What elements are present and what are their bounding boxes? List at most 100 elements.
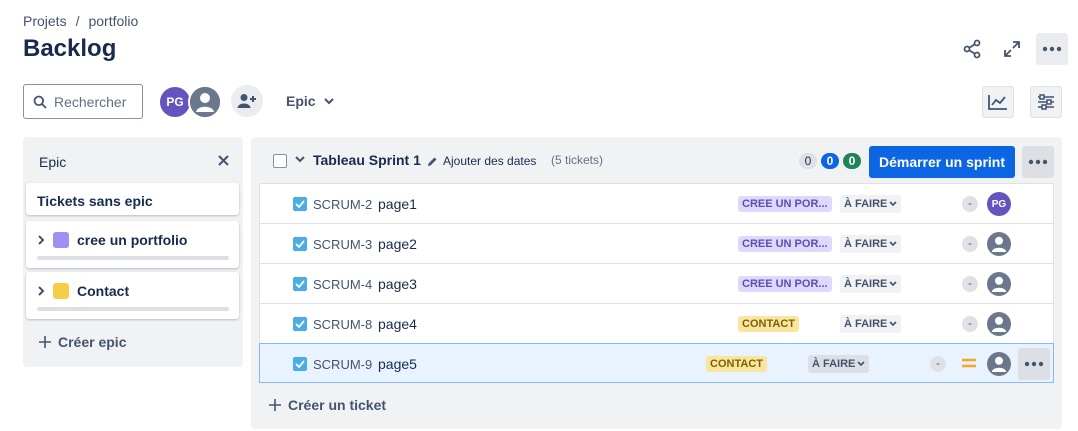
breadcrumb-projects[interactable]: Projets	[23, 13, 67, 29]
unassigned-avatar-icon[interactable]	[987, 352, 1011, 376]
epic-item-no-epic[interactable]: Tickets sans epic	[26, 183, 239, 215]
avatar-pg[interactable]: PG	[158, 85, 192, 119]
task-type-icon	[293, 357, 307, 371]
epic-lozenge[interactable]: CREE UN POR...	[738, 236, 832, 252]
sprint-more-button[interactable]	[1022, 146, 1054, 178]
issue-summary: page4	[378, 316, 417, 332]
page-title: Backlog	[23, 35, 117, 62]
epic-item-contact[interactable]: Contact	[26, 272, 239, 319]
status-label: À FAIRE	[812, 358, 856, 370]
epic-panel-title: Epic	[39, 154, 67, 170]
avatar-group: PG	[158, 85, 222, 119]
todo-count-badge: 0	[799, 153, 817, 169]
epic-lozenge[interactable]: CONTACT	[738, 316, 799, 332]
estimate-badge[interactable]: -	[962, 316, 978, 332]
task-type-icon	[293, 197, 307, 211]
status-label: À FAIRE	[844, 278, 888, 290]
insights-button[interactable]	[982, 86, 1014, 118]
status-label: À FAIRE	[844, 238, 888, 250]
view-settings-button[interactable]	[1030, 86, 1062, 118]
epic-lozenge[interactable]: CREE UN POR...	[738, 196, 832, 212]
chart-icon	[988, 95, 1007, 110]
estimate-badge[interactable]: -	[962, 196, 978, 212]
fullscreen-button[interactable]	[996, 33, 1028, 65]
epic-filter-label: Epic	[286, 93, 316, 109]
start-sprint-button[interactable]: Démarrer un sprint	[869, 146, 1015, 178]
epic-item-cree-un-portfolio[interactable]: cree un portfolio	[26, 221, 239, 268]
avatar-anonymous[interactable]	[188, 85, 222, 119]
chevron-down-icon[interactable]	[295, 153, 305, 165]
issue-row[interactable]: SCRUM-3 page2 CREE UN POR... À FAIRE -	[259, 223, 1054, 263]
chevron-down-icon	[889, 241, 897, 247]
epic-row: Contact	[38, 283, 129, 299]
issue-key[interactable]: SCRUM-3	[313, 237, 372, 252]
status-label: À FAIRE	[844, 198, 888, 210]
assignee-avatar[interactable]: PG	[987, 192, 1011, 216]
epic-filter-dropdown[interactable]: Epic	[276, 85, 344, 117]
issue-row[interactable]: SCRUM-2 page1 CREE UN POR... À FAIRE - P…	[259, 183, 1054, 223]
status-counters: 0 0 0	[799, 153, 861, 169]
create-epic-label: Créer epic	[58, 334, 127, 350]
unassigned-avatar-icon[interactable]	[987, 312, 1011, 336]
search-input[interactable]	[54, 93, 134, 110]
sprint-name[interactable]: Tableau Sprint 1	[313, 152, 421, 168]
issue-row[interactable]: SCRUM-8 page4 CONTACT À FAIRE -	[259, 303, 1054, 343]
more-icon	[1042, 46, 1062, 52]
breadcrumb-portfolio[interactable]: portfolio	[88, 13, 138, 29]
sprint-select-checkbox[interactable]	[273, 154, 287, 168]
add-people-button[interactable]	[231, 85, 263, 117]
unassigned-avatar-icon[interactable]	[987, 232, 1011, 256]
more-icon	[1028, 159, 1048, 165]
chevron-down-icon	[889, 321, 897, 327]
epic-progress-bar	[37, 256, 229, 260]
sprint-panel: Tableau Sprint 1 Ajouter des dates (5 ti…	[251, 137, 1062, 429]
breadcrumb-separator: /	[75, 13, 80, 29]
estimate-badge[interactable]: -	[962, 276, 978, 292]
create-ticket-button[interactable]: Créer un ticket	[269, 397, 386, 413]
estimate-badge[interactable]: -	[930, 356, 946, 372]
epic-panel: Epic Tickets sans epic cree un portfolio…	[23, 137, 243, 367]
priority-medium-icon[interactable]	[962, 355, 976, 371]
status-label: À FAIRE	[844, 318, 888, 330]
task-type-icon	[293, 317, 307, 331]
more-actions-button[interactable]	[1036, 33, 1068, 65]
issue-key[interactable]: SCRUM-4	[313, 277, 372, 292]
issue-key[interactable]: SCRUM-8	[313, 317, 372, 332]
status-dropdown[interactable]: À FAIRE	[840, 315, 902, 333]
sprint-header: Tableau Sprint 1 Ajouter des dates (5 ti…	[251, 137, 1062, 183]
close-epic-panel-button[interactable]	[213, 150, 233, 170]
add-dates-button[interactable]: Ajouter des dates	[427, 154, 536, 168]
expand-icon	[1004, 41, 1020, 57]
task-type-icon	[293, 237, 307, 251]
epic-name: Contact	[77, 283, 130, 299]
share-button[interactable]	[956, 33, 988, 65]
search-box[interactable]	[23, 84, 143, 119]
chevron-right-icon[interactable]	[38, 235, 45, 245]
issue-key[interactable]: SCRUM-9	[313, 357, 372, 372]
epic-row: cree un portfolio	[38, 232, 187, 248]
chevron-right-icon[interactable]	[38, 286, 45, 296]
status-dropdown[interactable]: À FAIRE	[840, 275, 902, 293]
close-icon	[217, 154, 229, 166]
status-dropdown[interactable]: À FAIRE	[808, 355, 870, 373]
in-progress-count-badge: 0	[821, 153, 839, 169]
issue-more-button[interactable]	[1018, 348, 1050, 380]
create-ticket-label: Créer un ticket	[288, 397, 387, 413]
chevron-down-icon	[857, 361, 865, 367]
ticket-count: (5 tickets)	[551, 153, 604, 167]
status-dropdown[interactable]: À FAIRE	[840, 195, 902, 213]
more-icon	[1024, 361, 1044, 367]
create-epic-button[interactable]: Créer epic	[39, 334, 126, 350]
search-icon	[33, 95, 47, 109]
issue-key[interactable]: SCRUM-2	[313, 197, 372, 212]
issue-row-selected[interactable]: SCRUM-9 page5 CONTACT À FAIRE -	[259, 343, 1054, 383]
status-dropdown[interactable]: À FAIRE	[840, 235, 902, 253]
plus-icon	[39, 336, 51, 348]
issue-row[interactable]: SCRUM-4 page3 CREE UN POR... À FAIRE -	[259, 263, 1054, 303]
unassigned-avatar-icon[interactable]	[987, 272, 1011, 296]
estimate-badge[interactable]: -	[962, 236, 978, 252]
epic-lozenge[interactable]: CONTACT	[706, 356, 767, 372]
plus-icon	[269, 399, 281, 411]
epic-lozenge[interactable]: CREE UN POR...	[738, 276, 832, 292]
chevron-down-icon	[889, 201, 897, 207]
